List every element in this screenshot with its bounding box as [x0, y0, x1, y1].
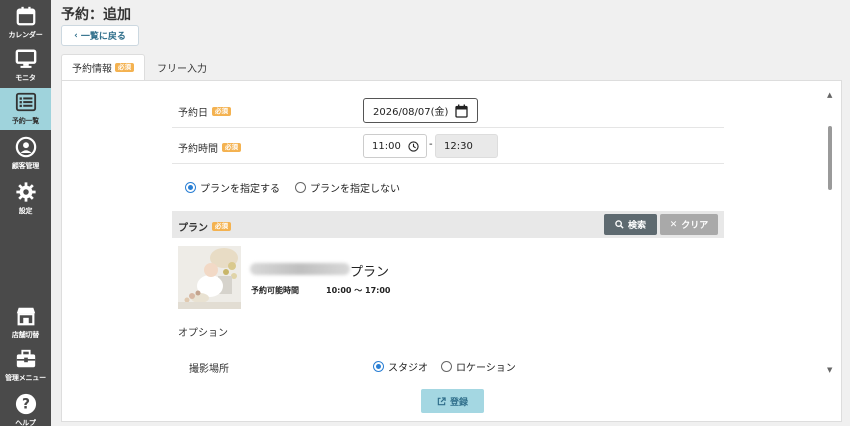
- tab-label: フリー入力: [157, 63, 207, 75]
- clock-icon[interactable]: [408, 141, 419, 152]
- sidebar-item-monitor[interactable]: モニタ: [0, 45, 51, 85]
- calendar-icon: [16, 6, 35, 26]
- date-value: 2026/08/07(金): [373, 107, 449, 118]
- sidebar-item-calendar[interactable]: カレンダー: [0, 2, 51, 42]
- radio-label: スタジオ: [388, 363, 428, 374]
- sidebar-item-label: ヘルプ: [15, 419, 36, 426]
- register-button[interactable]: 登録: [421, 389, 484, 413]
- calendar-icon[interactable]: [455, 104, 468, 118]
- chevron-left-icon: ‹: [74, 30, 78, 41]
- tab-reservation-info[interactable]: 予約情報 必須: [61, 54, 145, 80]
- plan-name-redacted: [250, 263, 350, 275]
- end-time-value: 12:30: [444, 140, 473, 152]
- sidebar-item-label: 顧客管理: [11, 162, 40, 170]
- radio-location-studio[interactable]: スタジオ: [373, 359, 428, 374]
- svg-text:?: ?: [22, 397, 30, 413]
- monitor-icon: [15, 49, 36, 68]
- tab-free-input[interactable]: フリー入力: [147, 54, 217, 80]
- plan-available-label: 予約可能時間: [251, 286, 299, 295]
- time-label: 予約時間: [178, 144, 218, 155]
- sidebar: カレンダー モニタ 予約一覧 顧客管理 設定 店舗切替 管理メニュー ? ヘルプ: [0, 0, 51, 426]
- sidebar-item-label: モニタ: [15, 74, 36, 82]
- radio-location-outdoor[interactable]: ロケーション: [441, 359, 516, 374]
- scrollbar-thumb[interactable]: [828, 126, 832, 190]
- plan-clear-button[interactable]: ✕ クリア: [660, 214, 718, 235]
- sidebar-item-reservations[interactable]: 予約一覧: [0, 88, 51, 130]
- sidebar-item-label: 管理メニュー: [5, 374, 46, 382]
- sidebar-item-label: 予約一覧: [11, 117, 40, 125]
- sidebar-item-label: 店舗切替: [11, 331, 40, 339]
- scroll-down-arrow-icon[interactable]: ▼: [827, 366, 832, 374]
- gear-icon: [15, 182, 36, 202]
- time-separator: -: [429, 139, 433, 150]
- sidebar-item-customers[interactable]: 顧客管理: [0, 133, 51, 173]
- plan-available-value: 10:00 〜 17:00: [326, 286, 391, 295]
- date-input[interactable]: 2026/08/07(金): [363, 98, 478, 123]
- radio-button[interactable]: [441, 361, 452, 372]
- page-title: 予約：追加: [61, 7, 131, 23]
- store-icon: [16, 307, 35, 326]
- plan-label: プラン: [178, 223, 208, 234]
- location-label: 撮影場所: [189, 364, 229, 375]
- radio-button[interactable]: [185, 182, 196, 193]
- radio-label: ロケーション: [456, 363, 516, 374]
- back-to-list-button[interactable]: ‹ 一覧に戻る: [61, 25, 139, 46]
- sidebar-item-store-switch[interactable]: 店舗切替: [0, 302, 51, 342]
- sidebar-item-settings[interactable]: 設定: [0, 178, 51, 218]
- tab-label: 予約情報: [72, 64, 112, 75]
- required-badge: 必須: [212, 106, 231, 117]
- start-time-value: 11:00: [372, 140, 401, 152]
- toolbox-icon: [16, 349, 35, 368]
- required-badge: 必須: [115, 62, 134, 73]
- plan-name: プラン: [350, 265, 390, 280]
- list-icon: [15, 92, 36, 112]
- close-icon: ✕: [669, 219, 678, 230]
- radio-button[interactable]: [295, 182, 306, 193]
- radio-label: プランを指定しない: [310, 184, 400, 195]
- date-label: 予約日: [178, 108, 208, 119]
- sidebar-item-help[interactable]: ? ヘルプ: [0, 390, 51, 426]
- end-time-input[interactable]: 12:30: [435, 134, 498, 158]
- user-icon: [15, 136, 36, 158]
- radio-plan-specify[interactable]: プランを指定する: [185, 180, 280, 195]
- plan-search-button[interactable]: 検索: [604, 214, 657, 235]
- search-label: 検索: [627, 221, 646, 231]
- external-link-icon: [437, 396, 446, 405]
- help-icon: ?: [15, 393, 36, 415]
- required-badge: 必須: [212, 221, 231, 232]
- required-badge: 必須: [222, 142, 241, 153]
- options-label: オプション: [178, 328, 228, 339]
- radio-button[interactable]: [373, 361, 384, 372]
- sidebar-item-label: 設定: [18, 207, 33, 215]
- clear-label: クリア: [681, 221, 709, 231]
- search-icon: [615, 220, 624, 229]
- scroll-up-arrow-icon[interactable]: ▲: [827, 91, 832, 99]
- back-label: 一覧に戻る: [80, 32, 126, 42]
- start-time-input[interactable]: 11:00: [363, 134, 427, 158]
- sidebar-item-label: カレンダー: [8, 31, 43, 39]
- register-label: 登録: [449, 397, 468, 408]
- radio-label: プランを指定する: [200, 184, 280, 195]
- radio-plan-none[interactable]: プランを指定しない: [295, 180, 400, 195]
- sidebar-item-admin[interactable]: 管理メニュー: [0, 345, 51, 385]
- plan-thumbnail: [178, 246, 241, 309]
